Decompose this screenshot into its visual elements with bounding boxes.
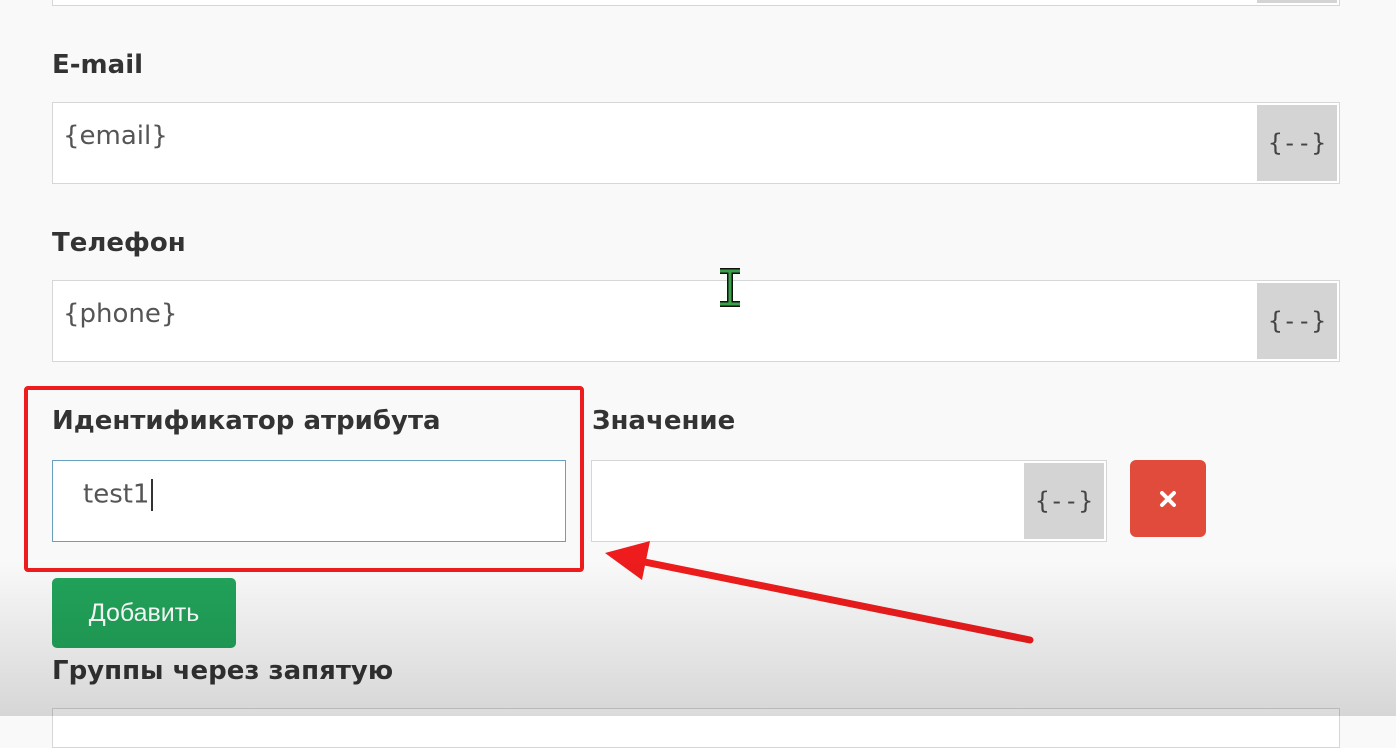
arrow-icon (605, 541, 1034, 644)
form-page: E-mail {email} {--} Телефон {phone} {--}… (0, 0, 1396, 748)
